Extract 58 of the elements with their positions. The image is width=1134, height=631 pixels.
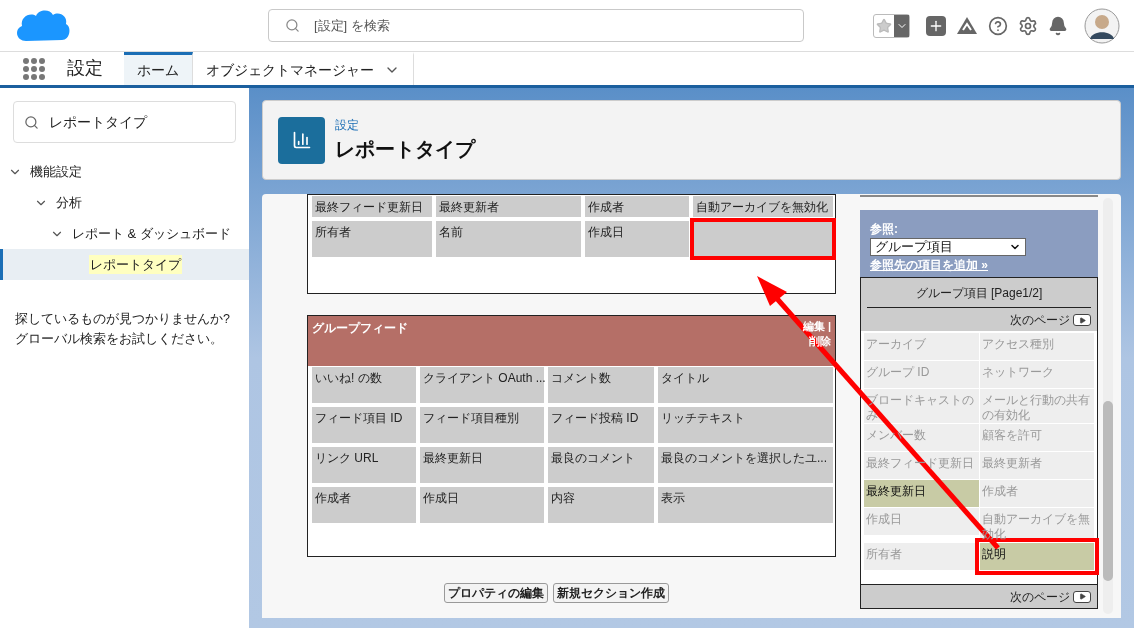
field-cell[interactable]: 作成者 <box>312 487 416 523</box>
field-cell[interactable]: 作成日 <box>585 221 689 257</box>
search-icon <box>285 18 300 33</box>
avatar-icon[interactable] <box>1084 7 1120 44</box>
field-cell[interactable]: 最終フィード更新日 <box>312 196 432 217</box>
field-cell[interactable]: クライアント OAuth ... <box>420 367 544 403</box>
field-list-title: グループ項目 [Page1/2] <box>915 284 1043 302</box>
sidebar-search-field[interactable]: レポートタイプ <box>13 101 236 143</box>
help-icon[interactable] <box>988 15 1008 36</box>
action-button[interactable]: プロパティの編集 <box>444 583 548 603</box>
star-icon <box>876 17 892 34</box>
field-cell[interactable]: いいね! の数 <box>312 367 416 403</box>
field-cell[interactable]: 作成者 <box>585 196 689 217</box>
field-cell[interactable]: 最良のコメント <box>548 447 654 483</box>
play-icon <box>1073 314 1091 326</box>
field-cell[interactable]: コメント数 <box>548 367 654 403</box>
nav-tab[interactable]: オブジェクトマネージャー <box>193 52 414 85</box>
field-cell[interactable]: 最終更新者 <box>436 196 581 217</box>
field-cell[interactable]: フィード項目 ID <box>312 407 416 443</box>
add-icon[interactable] <box>926 15 946 36</box>
report-icon <box>278 116 325 164</box>
field-cell[interactable]: 最良のコメントを選択したユ... <box>658 447 833 483</box>
field-cell[interactable]: タイトル <box>658 367 833 403</box>
field-cell[interactable]: リッチテキスト <box>658 407 833 443</box>
field-cell[interactable]: 作成日 <box>420 487 544 523</box>
breadcrumb-link[interactable]: 設定 <box>335 116 475 134</box>
help-text: 探しているものが見つかりませんか? グローバル検索をお試しください。 <box>14 311 231 348</box>
field-cell[interactable]: 内容 <box>548 487 654 523</box>
action-link[interactable]: 編集 <box>802 320 825 332</box>
settings-icon[interactable] <box>1018 15 1038 36</box>
nav-tab[interactable]: ホーム <box>124 52 193 85</box>
field-cell[interactable]: フィード投稿 ID <box>548 407 654 443</box>
search-field[interactable]: [設定] を検索 <box>268 9 804 42</box>
field-cell[interactable]: リンク URL <box>312 447 416 483</box>
reference-panel: 参照: グループ項目 参照先の項目を追加 » <box>860 210 1098 277</box>
field-item[interactable]: 説明 <box>979 543 1094 570</box>
section-header: グループフィード 編集 | 削除 <box>308 316 835 366</box>
field-cell[interactable]: 最終更新日 <box>420 447 544 483</box>
bell-icon[interactable] <box>1048 15 1068 36</box>
next-page-link[interactable]: 次のページ <box>1010 311 1091 329</box>
field-cell[interactable]: 所有者 <box>312 221 432 257</box>
tree-row[interactable]: レポートタイプ <box>0 249 249 280</box>
page-title: レポートタイプ <box>335 137 475 162</box>
field-cell[interactable]: 表示 <box>658 487 833 523</box>
field-cell[interactable]: 名前 <box>436 221 581 257</box>
separator: | <box>826 320 831 332</box>
play-icon <box>1073 590 1091 603</box>
search-icon <box>24 114 39 130</box>
reference-select[interactable]: グループ項目 <box>870 238 1026 256</box>
app-name: 設定 <box>67 57 103 80</box>
action-button[interactable]: 新規セクション作成 <box>553 583 669 603</box>
scrollbar-thumb[interactable] <box>1103 401 1113 581</box>
action-link[interactable]: 削除 <box>809 335 831 347</box>
favorites-button[interactable] <box>873 13 910 38</box>
field-cell[interactable]: 自動アーカイブを無効化 <box>693 196 833 217</box>
field-cell[interactable]: フィード項目種別 <box>420 407 544 443</box>
app-launcher-icon[interactable] <box>22 56 46 81</box>
field-item[interactable]: 最終更新日 <box>864 480 979 507</box>
